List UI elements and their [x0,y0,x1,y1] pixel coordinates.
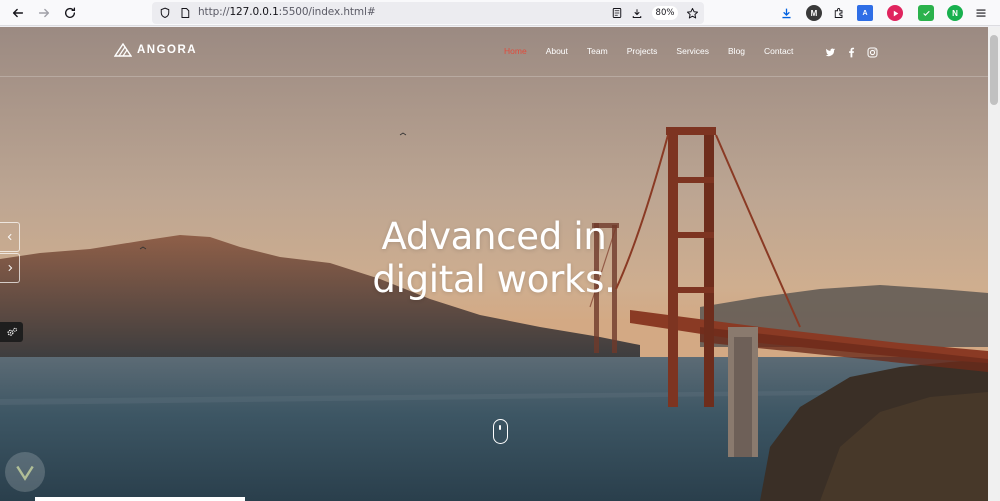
arrow-right-icon [38,8,50,18]
browser-toolbar: http://127.0.0.1:5500/index.html# 80% M … [0,0,1000,26]
style-switcher-button[interactable] [0,322,23,342]
scroll-down-indicator[interactable] [493,419,508,444]
nav-about[interactable]: About [546,46,568,56]
watermark-logo [5,452,45,492]
arrow-left-icon [12,8,24,18]
translate-icon[interactable]: A [857,5,873,21]
nav-services[interactable]: Services [676,46,709,56]
social-links [824,46,878,58]
instagram-icon[interactable] [866,46,878,58]
url-text[interactable]: http://127.0.0.1:5500/index.html# [198,6,376,18]
twitter-icon[interactable] [824,46,836,58]
nav-projects[interactable]: Projects [627,46,658,56]
extensions-puzzle-icon[interactable] [831,5,847,21]
main-nav: Home About Team Projects Services Blog C… [504,46,812,56]
shield-icon[interactable] [158,6,172,20]
extension-n-icon[interactable]: N [947,5,963,21]
hero-title: Advanced in digital works. [294,215,694,301]
bookmark-star-icon[interactable] [685,6,699,20]
chevron-right-icon [7,264,12,272]
page-viewport: ANGORA Home About Team Projects Services… [0,27,988,501]
site-logo[interactable]: ANGORA [114,43,197,57]
nav-team[interactable]: Team [587,46,608,56]
hero-title-line-2: digital works. [372,258,616,301]
nav-blog[interactable]: Blog [728,46,745,56]
page-info-icon[interactable] [178,6,192,20]
nav-contact[interactable]: Contact [764,46,793,56]
forward-button[interactable] [34,3,54,23]
menu-icon[interactable] [973,5,989,21]
slider-prev-button[interactable] [0,222,20,252]
hero-title-line-1: Advanced in [381,215,607,258]
address-bar[interactable]: http://127.0.0.1:5500/index.html# 80% [152,2,704,24]
slider-next-button[interactable] [0,253,20,283]
facebook-icon[interactable] [845,46,857,58]
nav-home[interactable]: Home [504,46,527,56]
record-icon[interactable] [887,5,903,21]
downloads-icon[interactable] [778,5,794,21]
gears-icon [6,327,17,336]
reload-icon [64,7,76,18]
page-scrollbar[interactable] [988,27,1000,501]
logo-text: ANGORA [137,44,198,56]
logo-mark-icon [114,43,132,57]
site-header: ANGORA Home About Team Projects Services… [0,27,988,77]
zoom-level[interactable]: 80% [652,6,678,20]
scrollbar-thumb[interactable] [990,35,998,105]
page-bottom-strip [35,497,245,501]
save-page-icon[interactable] [630,6,644,20]
shield-extension-icon[interactable] [918,5,934,21]
reader-view-icon[interactable] [610,6,624,20]
extension-m-icon[interactable]: M [806,5,822,21]
chevron-left-icon [7,233,12,241]
back-button[interactable] [8,3,28,23]
reload-button[interactable] [60,3,80,23]
